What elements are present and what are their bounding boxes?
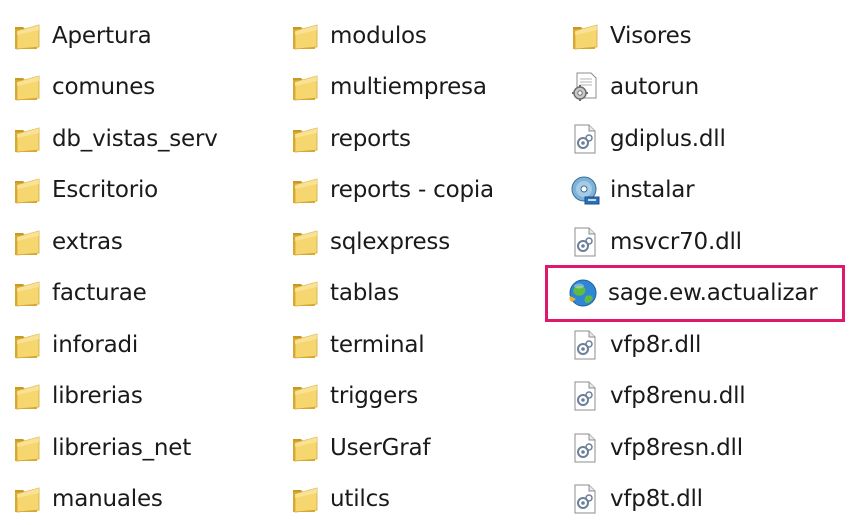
file-item-label: utilcs (330, 486, 390, 512)
folder-icon (10, 19, 44, 53)
file-item-label: terminal (330, 332, 424, 358)
folder-icon (288, 482, 322, 516)
file-item-label: vfp8t.dll (610, 486, 703, 512)
folder-icon (10, 328, 44, 362)
file-item-label: extras (52, 229, 123, 255)
file-item[interactable]: utilcs (288, 474, 494, 525)
folder-icon (288, 70, 322, 104)
folder-icon (288, 379, 322, 413)
file-item[interactable]: UserGraf (288, 422, 494, 474)
file-item-label: multiempresa (330, 74, 487, 100)
folder-icon (10, 482, 44, 516)
file-item-label: librerias (52, 383, 143, 409)
folder-icon (288, 431, 322, 465)
file-item[interactable]: manuales (10, 474, 218, 525)
file-item[interactable]: terminal (288, 319, 494, 371)
folder-icon (10, 173, 44, 207)
file-item-label: reports (330, 126, 411, 152)
file-item[interactable]: db_vistas_serv (10, 113, 218, 165)
folder-icon (10, 70, 44, 104)
highlighted-file-item[interactable]: sage.ew.actualizar (548, 268, 842, 320)
file-item-label: gdiplus.dll (610, 126, 726, 152)
file-item-label: UserGraf (330, 435, 430, 461)
folder-icon (288, 173, 322, 207)
file-item[interactable]: Escritorio (10, 165, 218, 217)
file-item-label: inforadi (52, 332, 138, 358)
folder-icon (568, 19, 602, 53)
folder-icon (288, 122, 322, 156)
dll-file-icon (568, 225, 602, 259)
file-item[interactable]: msvcr70.dll (568, 216, 842, 268)
dll-file-icon (568, 122, 602, 156)
file-item[interactable]: modulos (288, 10, 494, 62)
file-item-label: instalar (610, 177, 694, 203)
autorun-settings-icon (568, 70, 602, 104)
file-item[interactable]: extras (10, 216, 218, 268)
file-item[interactable]: vfp8renu.dll (568, 371, 842, 423)
file-item-label: manuales (52, 486, 163, 512)
file-item[interactable]: gdiplus.dll (568, 113, 842, 165)
file-item-label: vfp8r.dll (610, 332, 701, 358)
file-item-label: autorun (610, 74, 699, 100)
file-item-label: Escritorio (52, 177, 158, 203)
folder-icon (288, 225, 322, 259)
globe-app-icon (566, 276, 600, 310)
file-item[interactable]: Visores (568, 10, 842, 62)
file-item[interactable]: comunes (10, 62, 218, 114)
dll-file-icon (568, 379, 602, 413)
file-item[interactable]: autorun (568, 62, 842, 114)
file-item[interactable]: librerias (10, 371, 218, 423)
folder-icon (288, 19, 322, 53)
file-column-1: Apertura comunes db_vistas_serv Escritor… (10, 10, 218, 525)
dll-file-icon (568, 328, 602, 362)
dll-file-icon (568, 482, 602, 516)
folder-icon (288, 328, 322, 362)
file-column-3: Visores autorun gdiplus.dll i (568, 10, 842, 525)
file-item[interactable]: reports (288, 113, 494, 165)
folder-icon (10, 225, 44, 259)
folder-icon (10, 122, 44, 156)
file-item[interactable]: sqlexpress (288, 216, 494, 268)
file-item[interactable]: triggers (288, 371, 494, 423)
file-item[interactable]: multiempresa (288, 62, 494, 114)
folder-icon (10, 276, 44, 310)
file-item[interactable]: Apertura (10, 10, 218, 62)
file-item[interactable]: vfp8resn.dll (568, 422, 842, 474)
file-item-label: vfp8resn.dll (610, 435, 743, 461)
file-item-label: facturae (52, 280, 147, 306)
file-column-2: modulos multiempresa reports reports - c… (288, 10, 494, 525)
dll-file-icon (568, 431, 602, 465)
file-item-label: reports - copia (330, 177, 494, 203)
file-item-label: comunes (52, 74, 155, 100)
file-item[interactable]: reports - copia (288, 165, 494, 217)
file-item[interactable]: vfp8r.dll (568, 319, 842, 371)
file-item[interactable]: inforadi (10, 319, 218, 371)
file-item-label: tablas (330, 280, 399, 306)
file-item[interactable]: tablas (288, 268, 494, 320)
file-item-label: triggers (330, 383, 418, 409)
file-item-label: modulos (330, 23, 427, 49)
file-item-label: vfp8renu.dll (610, 383, 746, 409)
installer-disc-icon (568, 173, 602, 207)
file-item-label: librerias_net (52, 435, 191, 461)
folder-icon (10, 379, 44, 413)
folder-icon (10, 431, 44, 465)
folder-icon (288, 276, 322, 310)
file-item-label: db_vistas_serv (52, 126, 218, 152)
file-item-label: sage.ew.actualizar (608, 280, 818, 306)
file-item[interactable]: librerias_net (10, 422, 218, 474)
file-item-label: msvcr70.dll (610, 229, 742, 255)
file-item-label: sqlexpress (330, 229, 450, 255)
file-item[interactable]: vfp8t.dll (568, 474, 842, 525)
file-item-label: Apertura (52, 23, 152, 49)
file-item[interactable]: instalar (568, 165, 842, 217)
file-item[interactable]: facturae (10, 268, 218, 320)
file-item-label: Visores (610, 23, 691, 49)
